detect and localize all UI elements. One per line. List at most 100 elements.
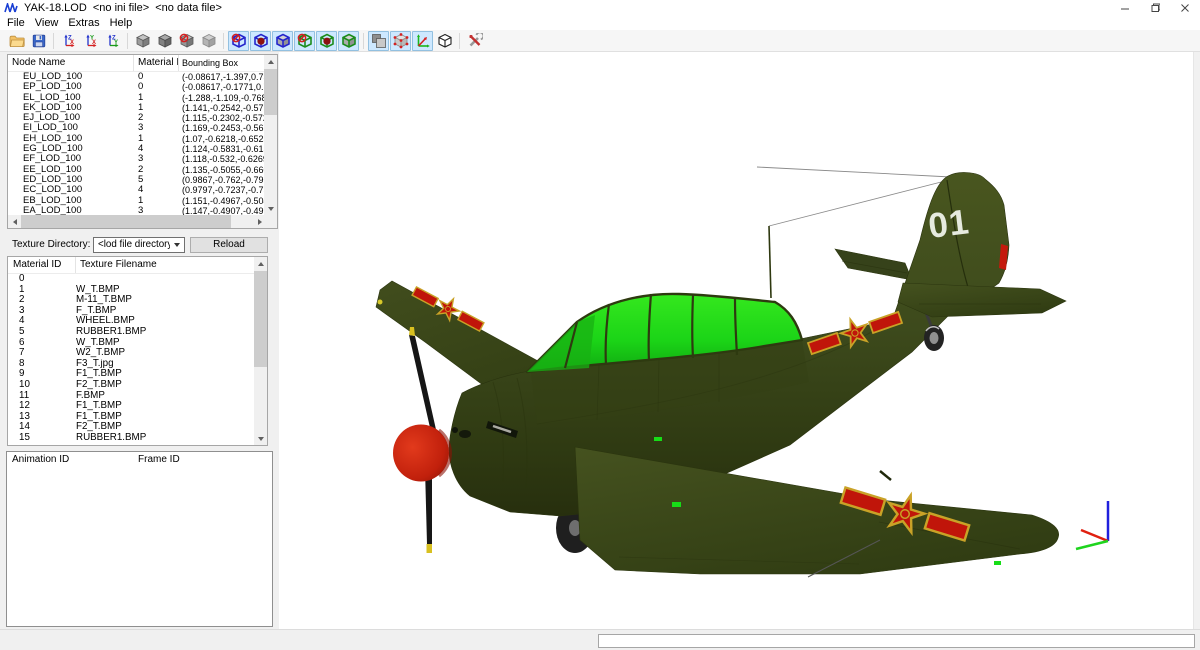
green-cull-solid-button[interactable] <box>316 31 337 51</box>
material-table-row[interactable]: 9F1_T.BMP <box>8 369 254 380</box>
y-axis <box>1076 541 1108 549</box>
texture-directory-value: <lod file directory> <box>98 238 170 252</box>
blue-cull-solid-button[interactable] <box>250 31 271 51</box>
axis-xz-icon: ZX <box>61 33 77 49</box>
spinner <box>393 425 450 482</box>
cube-flat-button[interactable] <box>198 31 219 51</box>
node-table-row[interactable]: EG_LOD_1004(1.124,-0.5831,-0.6136) (1.1 <box>8 144 264 154</box>
material-table-row[interactable]: 5RUBBER1.BMP <box>8 327 254 338</box>
node-table-vscrollbar[interactable] <box>264 55 277 215</box>
material-table-row[interactable]: 7W2_T.BMP <box>8 348 254 359</box>
viewport-3d[interactable]: 01 <box>279 52 1193 629</box>
cube-wire-icon <box>437 33 453 49</box>
view-xy-button[interactable]: YX <box>80 31 101 51</box>
node-table-hscrollbar[interactable] <box>8 215 266 228</box>
axis-yz-icon: ZY <box>105 33 121 49</box>
material-table-row[interactable]: 1W_T.BMP <box>8 285 254 296</box>
column-frame-id[interactable]: Frame ID <box>134 452 272 468</box>
view-yz-button[interactable]: ZY <box>102 31 123 51</box>
blue-cull-off-button[interactable] <box>228 31 249 51</box>
column-material-id[interactable]: Material ID <box>134 55 179 71</box>
save-file-button[interactable] <box>28 31 49 51</box>
material-table-row[interactable]: 4WHEEL.BMP <box>8 316 254 327</box>
cube-disabled-button[interactable] <box>176 31 197 51</box>
column-animation-id[interactable]: Animation ID <box>7 452 134 468</box>
column-bounding-box[interactable]: Bounding Box <box>179 55 264 71</box>
node-table-row[interactable]: EK_LOD_1001(1.141,-0.2542,-0.5718) (1.2 <box>8 103 264 113</box>
material-table-vscrollbar[interactable] <box>254 257 267 445</box>
right-wing <box>575 447 1059 574</box>
maximize-button[interactable] <box>1140 0 1170 16</box>
open-file-button[interactable] <box>6 31 27 51</box>
material-table-body: 01W_T.BMP2M-11_T.BMP3F_T.BMP4WHEEL.BMP5R… <box>8 274 254 445</box>
app-window: YAK-18.LOD <no ini file> <no data file> … <box>0 0 1200 650</box>
cube-blue-solid-icon <box>253 33 269 49</box>
vertex-cube-button[interactable] <box>390 31 411 51</box>
menu-help[interactable]: Help <box>105 16 138 30</box>
node-table-row[interactable]: EB_LOD_1001(1.151,-0.4967,-0.5047) (1.1 <box>8 196 264 206</box>
x-axis <box>1081 530 1108 541</box>
node-table-row[interactable]: EF_LOD_1003(1.118,-0.532,-0.6269) (1.19 <box>8 154 264 164</box>
node-table-row[interactable]: EI_LOD_1003(1.169,-0.2453,-0.5677) (1.1 <box>8 123 264 133</box>
axes-toggle-button[interactable] <box>412 31 433 51</box>
close-button[interactable] <box>1170 0 1200 16</box>
node-table-row[interactable]: ED_LOD_1005(0.9867,-0.762,-0.7919) (1.1 <box>8 175 264 185</box>
cube-green-solid-icon <box>319 33 335 49</box>
menu-extras[interactable]: Extras <box>63 16 104 30</box>
green-cull-off-button[interactable] <box>294 31 315 51</box>
view-xz-button[interactable]: ZX <box>58 31 79 51</box>
material-table-row[interactable]: 8F3_T.jpg <box>8 359 254 370</box>
column-texture-filename[interactable]: Texture Filename <box>76 257 254 273</box>
green-cull-empty-button[interactable] <box>338 31 359 51</box>
combo-dropdown-icon <box>170 243 184 247</box>
folder-open-icon <box>9 33 25 49</box>
material-table-row[interactable]: 12F1_T.BMP <box>8 401 254 412</box>
minimize-icon <box>1120 3 1130 13</box>
material-table-row[interactable]: 6W_T.BMP <box>8 338 254 349</box>
material-table-row[interactable]: 0 <box>8 274 254 285</box>
cube-flat-icon <box>201 33 217 49</box>
node-table-body: EU_LOD_1000(-0.08617,-1.397,0.7376) (0EP… <box>8 72 264 216</box>
node-table-row[interactable]: EE_LOD_1002(1.135,-0.5055,-0.6606) (1.1 <box>8 165 264 175</box>
wireframe-button[interactable] <box>434 31 455 51</box>
settings-button[interactable] <box>464 31 485 51</box>
toolbar: ZX YX ZY <box>0 30 1200 52</box>
node-table-row[interactable]: EC_LOD_1004(0.9797,-0.7237,-0.754) (1.1 <box>8 185 264 195</box>
cube-shaded-button[interactable] <box>132 31 153 51</box>
menu-file[interactable]: File <box>2 16 30 30</box>
svg-text:X: X <box>92 40 96 46</box>
column-node-name[interactable]: Node Name <box>8 55 134 71</box>
minimize-button[interactable] <box>1110 0 1140 16</box>
reload-button[interactable]: Reload <box>190 237 268 253</box>
menu-bar: FileViewExtrasHelp <box>0 16 1200 30</box>
node-table-row[interactable]: EH_LOD_1001(1.07,-0.6218,-0.6523) (1.20 <box>8 134 264 144</box>
stacked-cubes-button[interactable] <box>368 31 389 51</box>
cube-vertices-icon <box>393 33 409 49</box>
aircraft-render: 01 <box>279 52 1193 629</box>
material-table-row[interactable]: 2M-11_T.BMP <box>8 295 254 306</box>
cubes-stack-icon <box>371 33 387 49</box>
cube-dark-button[interactable] <box>154 31 175 51</box>
material-table-row[interactable]: 10F2_T.BMP <box>8 380 254 391</box>
material-table-row[interactable]: 11F.BMP <box>8 391 254 402</box>
node-table-row[interactable]: EL_LOD_1001(-1.288,-1.109,-0.7685) (1.2 <box>8 93 264 103</box>
window-title: YAK-18.LOD <no ini file> <no data file> <box>24 2 222 14</box>
material-table-row[interactable]: 13F1_T.BMP <box>8 412 254 423</box>
texture-directory-select[interactable]: <lod file directory> <box>93 237 185 253</box>
axis-xy-icon: YX <box>83 33 99 49</box>
cube-green-empty-icon <box>341 33 357 49</box>
column-material-id[interactable]: Material ID <box>8 257 76 273</box>
menu-view[interactable]: View <box>30 16 64 30</box>
cube-gray-icon <box>135 33 151 49</box>
node-table-row[interactable]: EP_LOD_1000(-0.08617,-0.1771,0.7376) ( <box>8 82 264 92</box>
node-table-row[interactable]: EU_LOD_1000(-0.08617,-1.397,0.7376) (0 <box>8 72 264 82</box>
material-table-row[interactable]: 14F2_T.BMP <box>8 422 254 433</box>
material-table-row[interactable]: 15RUBBER1.BMP <box>8 433 254 444</box>
scrollbar-corner <box>264 215 277 228</box>
node-table-row[interactable]: EJ_LOD_1002(1.115,-0.2302,-0.572) (1.20 <box>8 113 264 123</box>
blue-cull-empty-button[interactable] <box>272 31 293 51</box>
right-stabilizer <box>898 283 1066 317</box>
app-logo-icon <box>4 3 18 13</box>
cube-dark-icon <box>157 33 173 49</box>
material-table-row[interactable]: 3F_T.BMP <box>8 306 254 317</box>
